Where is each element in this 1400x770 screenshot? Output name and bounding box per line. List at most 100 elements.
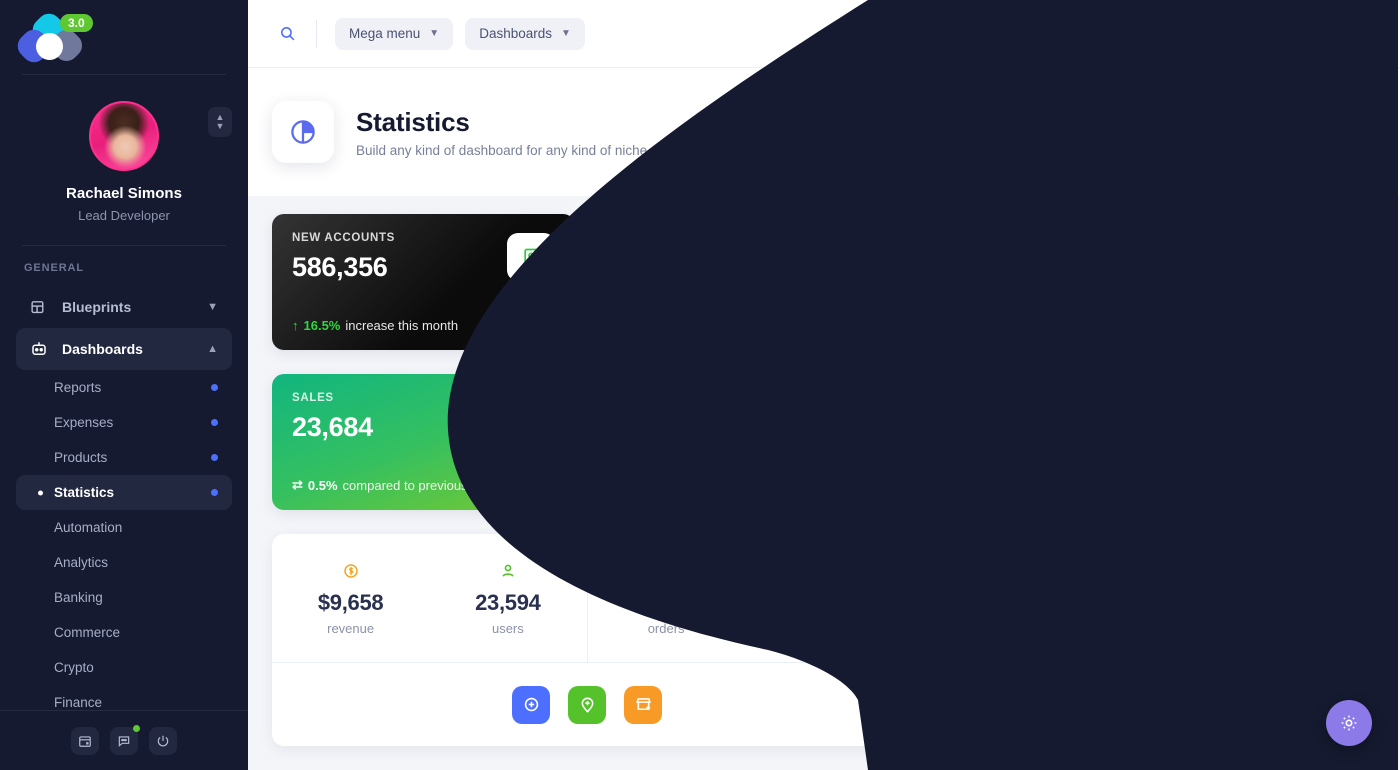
messenger-avatar-initials: ET xyxy=(1328,244,1346,260)
sidebar-item-crypto[interactable]: Crypto xyxy=(16,650,232,685)
metric-label: revenue xyxy=(327,621,375,636)
sidebar-item-analytics[interactable]: Analytics xyxy=(16,545,232,580)
avatar xyxy=(948,443,988,483)
messages-icon[interactable] xyxy=(1302,17,1336,52)
profile-block: Rachael Simons Lead Developer ▲ ▼ xyxy=(0,75,248,245)
add-contact-button[interactable]: + ADD xyxy=(1288,563,1356,591)
earnings-label: Previous Week xyxy=(1259,113,1353,129)
contact-status-label: Online xyxy=(1015,466,1050,481)
plus-icon: + xyxy=(1301,628,1309,640)
profile-avatar[interactable] xyxy=(89,101,159,171)
sidebar-subitem-label: Statistics xyxy=(54,485,115,500)
list-item[interactable]: Rueben Hays Online + ADD xyxy=(928,663,1376,677)
list-item[interactable]: Ede Stoving Online + ADD xyxy=(928,549,1376,606)
messenger-title: Messenger Window xyxy=(948,250,1098,268)
stat-card-sales-green[interactable]: SALES 23,684 ⇄ 0.5% compared to previous… xyxy=(272,374,575,510)
contact-info: Munroe Dacks Online xyxy=(1002,389,1094,424)
list-item[interactable]: Haydn Porter Online + ADD xyxy=(928,606,1376,663)
stat-card-footer: ⇄ 0.5% compared to previous month xyxy=(619,477,834,493)
contact-name: Rowena Geistmann xyxy=(1002,503,1128,519)
store-plus-icon[interactable] xyxy=(624,685,662,724)
bell-icon[interactable] xyxy=(1218,15,1252,50)
stat-card-note: increase this month xyxy=(345,318,459,333)
earnings-title-cell: Earnings xyxy=(1000,96,1105,168)
contact-status-label: Online xyxy=(1015,580,1050,595)
gear-icon[interactable] xyxy=(1326,700,1372,746)
status-dot-icon xyxy=(211,384,218,391)
sidebar-item-statistics[interactable]: Statistics xyxy=(16,475,232,510)
messenger-title-block: MESSAGES Messenger Window xyxy=(948,236,1097,269)
sidebar-item-reports[interactable]: Reports xyxy=(16,370,232,405)
search-icon[interactable] xyxy=(272,19,302,49)
version-badge: 3.0 xyxy=(60,14,93,32)
profile-role: Lead Developer xyxy=(78,208,170,223)
notification-badge xyxy=(1244,15,1252,24)
metrics-panel: $9,658 revenue 23,594 users 1,064 orders… xyxy=(272,534,902,746)
stat-card-percent: 0.5% xyxy=(307,477,338,493)
messenger-avatar[interactable]: ET xyxy=(1318,233,1356,271)
contact-name: Gunilla Canario xyxy=(1002,446,1102,462)
stat-card-sales-blue[interactable]: SALES 23,684 ⇄ 0.5% compared to previous… xyxy=(599,374,902,510)
stat-card-percent: 16.5% xyxy=(303,318,341,333)
status-dot-red-icon xyxy=(1271,138,1281,148)
list-item[interactable]: Rowena Geistmann Online + ADD xyxy=(928,492,1376,549)
topbar-actions: 🇺🇸 xyxy=(1218,15,1376,52)
contact-status: Online xyxy=(1002,638,1087,652)
location-pin-plus-icon[interactable] xyxy=(568,685,606,724)
stat-card-note: decrease in orders amounts xyxy=(672,318,834,333)
stat-card-new-accounts[interactable]: NEW ACCOUNTS 586,356 ↑ 16.5% increase th… xyxy=(272,214,575,350)
calendar-icon[interactable] xyxy=(71,726,99,755)
dashboards-menu-button[interactable]: Dashboards ▼ xyxy=(465,17,585,50)
sidebar-item-dashboards[interactable]: Dashboards ▲ xyxy=(16,328,232,370)
logo-row[interactable]: 3.0 xyxy=(0,0,248,74)
add-label: ADD xyxy=(1316,628,1343,640)
sidebar-item-products[interactable]: Products xyxy=(16,440,232,475)
sidebar-nav: GENERAL Blueprints ▼ Dashboards ▲ Report… xyxy=(0,246,248,710)
search-input[interactable] xyxy=(976,346,1356,361)
archive-icon xyxy=(657,560,675,582)
contact-info: Haydn Porter Online xyxy=(1002,617,1087,652)
arrow-down-icon: ↓ xyxy=(619,318,626,333)
bell-plus-icon xyxy=(834,393,882,441)
chevron-up-down-icon[interactable]: ▲ ▼ xyxy=(208,107,232,137)
stat-card-new-orders[interactable]: NEW ORDERS 36,594 ↓ 8.25% decrease in or… xyxy=(599,214,902,350)
sidebar-item-expenses[interactable]: Expenses xyxy=(16,405,232,440)
add-contact-button[interactable]: + ADD xyxy=(1288,620,1356,648)
avatar xyxy=(948,557,988,597)
sidebar-item-blueprints[interactable]: Blueprints ▼ xyxy=(16,286,232,328)
view-all-label: View all participants xyxy=(1162,700,1293,716)
add-contact-button[interactable]: + ADD xyxy=(1288,392,1356,420)
sidebar-item-banking[interactable]: Banking xyxy=(16,580,232,615)
add-label: ADD xyxy=(1316,514,1343,526)
list-item[interactable]: Munroe Dacks Online + ADD xyxy=(928,378,1376,435)
metric-label: orders xyxy=(647,621,685,636)
add-circle-icon[interactable] xyxy=(512,685,550,724)
sidebar-item-commerce[interactable]: Commerce xyxy=(16,615,232,650)
plus-icon: + xyxy=(1301,571,1309,583)
metric-label: orders xyxy=(804,621,842,636)
sidebar-item-automation[interactable]: Automation xyxy=(16,510,232,545)
chevron-down-icon: ▼ xyxy=(429,28,440,39)
sidebar-footer xyxy=(0,710,248,770)
blueprint-icon xyxy=(30,297,52,317)
chat-icon[interactable] xyxy=(110,724,140,755)
contact-status: Online xyxy=(1002,467,1102,481)
avatar xyxy=(948,386,988,426)
sidebar-subitem-label: Banking xyxy=(54,590,103,605)
add-contact-button[interactable]: + ADD xyxy=(1288,449,1356,477)
user-avatar[interactable] xyxy=(1344,17,1376,50)
metric-orders-2: 9,678M orders xyxy=(745,534,902,662)
current-user-label: Emma Taylor xyxy=(1272,301,1356,316)
power-icon[interactable] xyxy=(149,726,177,755)
sidebar-item-finance[interactable]: Finance xyxy=(16,685,232,710)
sidebar-item-label: Dashboards xyxy=(62,341,143,357)
list-item[interactable]: Gunilla Canario Online + ADD xyxy=(928,435,1376,492)
delete-all-button[interactable]: Delete all xyxy=(948,301,1007,316)
mega-menu-button[interactable]: Mega menu ▼ xyxy=(335,17,454,50)
view-all-participants-button[interactable]: View all participants → xyxy=(1145,691,1334,725)
flag-usa-icon[interactable]: 🇺🇸 xyxy=(1260,17,1292,50)
add-contact-button[interactable]: + ADD xyxy=(1288,506,1356,534)
page-title: Statistics xyxy=(356,106,470,137)
earnings-value: $34,543 xyxy=(1152,135,1206,151)
page-subtitle: Build any kind of dashboard for any kind… xyxy=(356,142,648,158)
